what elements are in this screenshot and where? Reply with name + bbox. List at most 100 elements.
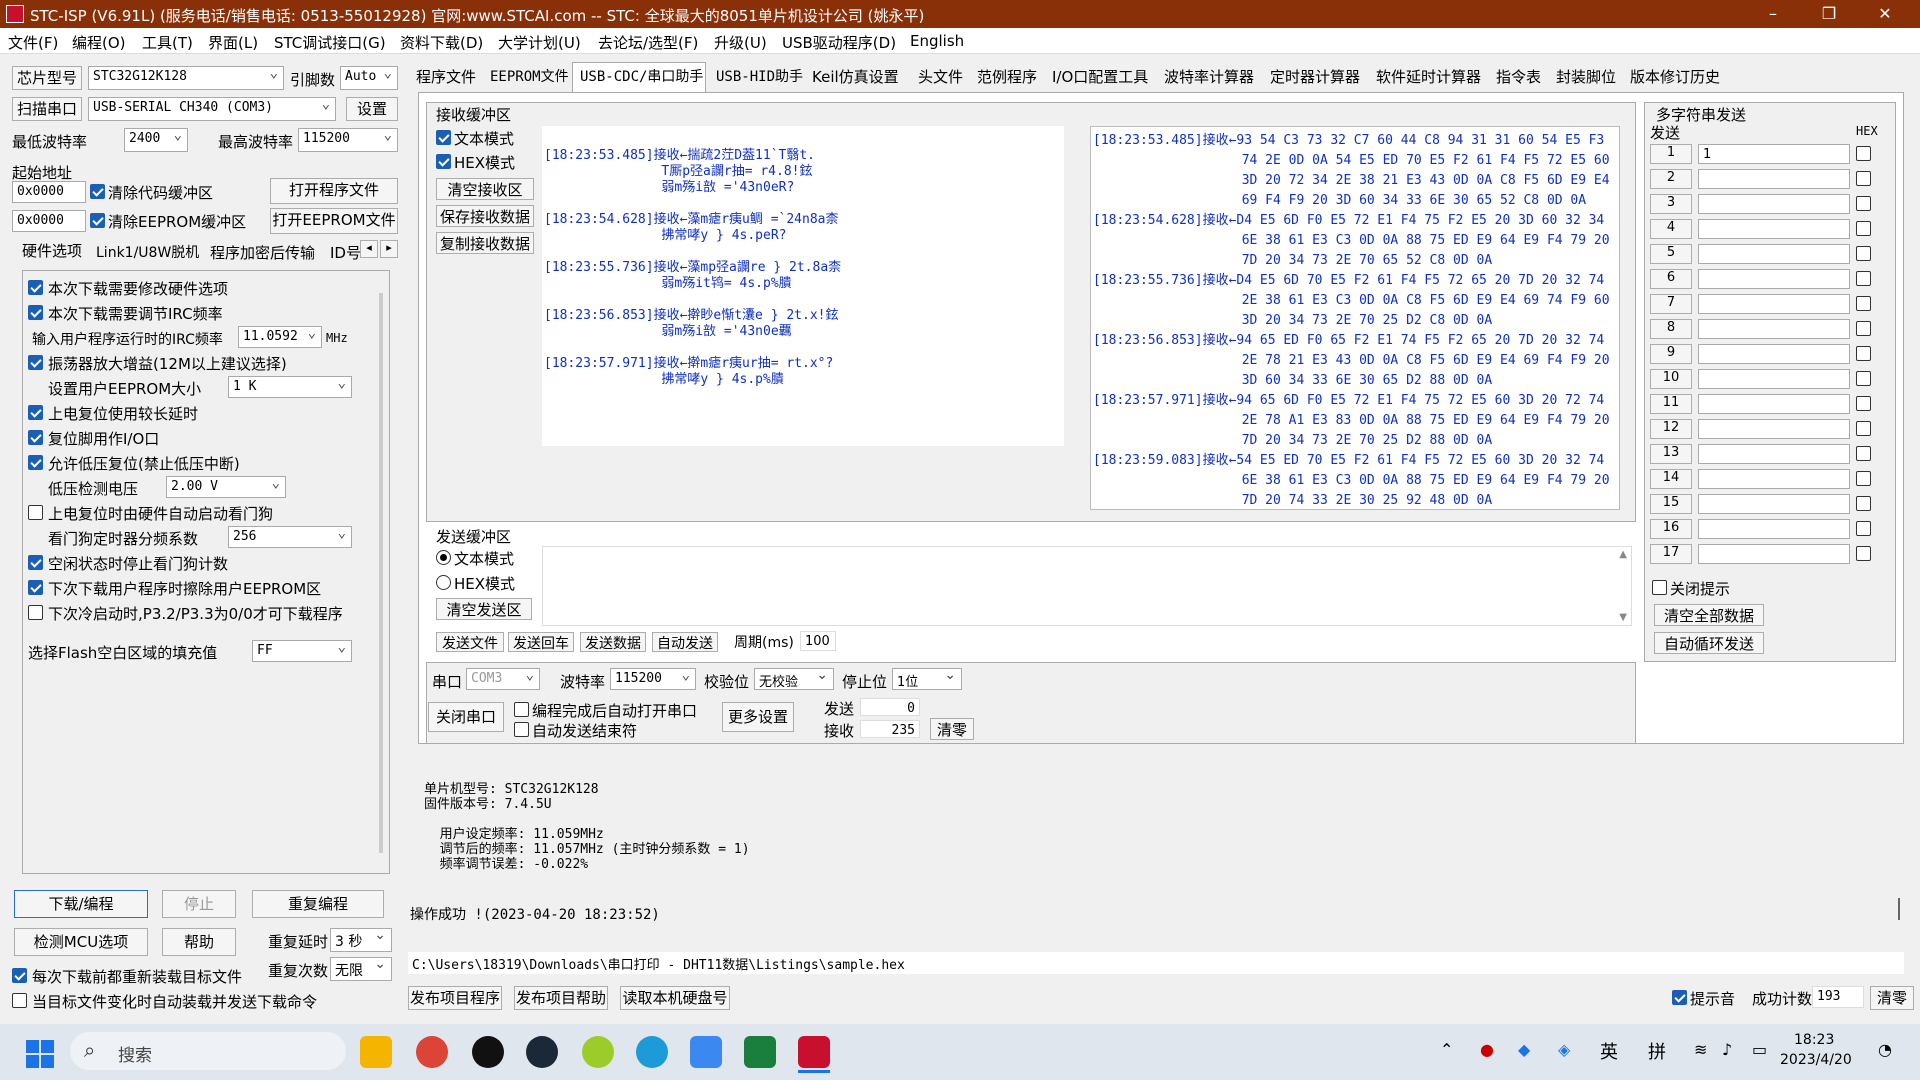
battery-icon[interactable]: ▭ <box>1752 1040 1767 1059</box>
scan-port-button[interactable]: 扫描串口 <box>12 97 82 121</box>
multi-send-button[interactable]: 7 <box>1650 294 1692 314</box>
beep-checkbox[interactable] <box>1672 990 1687 1005</box>
receive-text-area[interactable]: [18:23:53.485]接收←揣疏2茳D葢11`T翳t. T厮p弪a讕r抽=… <box>542 126 1064 446</box>
multi-string-input[interactable] <box>1698 494 1850 514</box>
serial-baud-select[interactable]: 115200 <box>610 668 696 690</box>
max-baud-select[interactable]: 115200 <box>298 128 398 152</box>
tab-scroll-left-icon[interactable]: ◂ <box>360 240 378 258</box>
read-disk-button[interactable]: 读取本机硬盘号 <box>620 986 730 1010</box>
multi-hex-checkbox[interactable] <box>1856 521 1871 536</box>
clear-receive-button[interactable]: 清空接收区 <box>436 178 534 200</box>
download-program-button[interactable]: 下载/编程 <box>14 890 148 918</box>
multi-hex-checkbox[interactable] <box>1856 196 1871 211</box>
multi-send-button[interactable]: 4 <box>1650 219 1692 239</box>
edge-icon[interactable] <box>636 1036 668 1068</box>
modify-hw-checkbox[interactable] <box>28 280 43 295</box>
multi-send-button[interactable]: 15 <box>1650 494 1692 514</box>
volume-icon[interactable]: ♪ <box>1722 1040 1732 1059</box>
irc-freq-select[interactable]: 11.0592 <box>238 326 322 348</box>
chrome-icon[interactable] <box>416 1036 448 1068</box>
multi-string-input[interactable] <box>1698 394 1850 414</box>
stc-isp-icon[interactable] <box>798 1036 830 1068</box>
tray-chevron-icon[interactable]: ⌃ <box>1440 1040 1453 1059</box>
multi-string-input[interactable]: 1 <box>1698 144 1850 164</box>
tab-version-history[interactable]: 版本修订历史 <box>1630 66 1720 87</box>
tab-eeprom-file[interactable]: EEPROM文件 <box>490 66 569 86</box>
port-settings-button[interactable]: 设置 <box>346 97 398 121</box>
ime-mode[interactable]: 拼 <box>1648 1038 1666 1064</box>
clock-date[interactable]: 2023/4/20 <box>1780 1052 1852 1068</box>
close-serial-button[interactable]: 关闭串口 <box>428 702 504 732</box>
multi-string-input[interactable] <box>1698 294 1850 314</box>
multi-string-input[interactable] <box>1698 319 1850 339</box>
multi-string-input[interactable] <box>1698 169 1850 189</box>
tray-security-icon[interactable]: ◈ <box>1558 1040 1570 1059</box>
multi-hex-checkbox[interactable] <box>1856 271 1871 286</box>
tab-timer-calc[interactable]: 定时器计算器 <box>1270 66 1360 87</box>
clear-send-button[interactable]: 清空发送区 <box>436 598 532 620</box>
repeat-program-button[interactable]: 重复编程 <box>252 890 384 918</box>
multi-hex-checkbox[interactable] <box>1856 171 1871 186</box>
ime-lang[interactable]: 英 <box>1600 1038 1618 1064</box>
pin-count-select[interactable]: Auto <box>340 66 398 90</box>
menu-interface[interactable]: 界面(L) <box>208 32 258 53</box>
min-baud-select[interactable]: 2400 <box>124 128 188 152</box>
auto-end-checkbox[interactable] <box>514 722 529 737</box>
multi-hex-checkbox[interactable] <box>1856 446 1871 461</box>
code-start-address[interactable]: 0x0000 <box>12 181 86 203</box>
multi-send-button[interactable]: 8 <box>1650 319 1692 339</box>
menu-upgrade[interactable]: 升级(U) <box>714 32 767 53</box>
multi-string-input[interactable] <box>1698 244 1850 264</box>
multi-string-input[interactable] <box>1698 519 1850 539</box>
notification-icon[interactable]: ◔ <box>1878 1040 1892 1059</box>
clock-time[interactable]: 18:23 <box>1794 1032 1834 1048</box>
serial-port-select[interactable]: COM3 <box>466 668 540 690</box>
receive-hex-area[interactable]: [18:23:53.485]接收←93 54 C3 73 32 C7 60 44… <box>1090 126 1620 510</box>
rx-text-mode-checkbox[interactable] <box>436 130 451 145</box>
tab-serial-assistant[interactable]: USB-CDC/串口助手 <box>580 66 703 86</box>
tab-link1-offline[interactable]: Link1/U8W脱机 <box>96 242 199 262</box>
multi-string-input[interactable] <box>1698 419 1850 439</box>
eeprom-start-address[interactable]: 0x0000 <box>12 210 86 232</box>
taskbar-search-box[interactable]: ⌕ 搜索 <box>70 1032 346 1070</box>
send-file-button[interactable]: 发送文件 <box>436 632 504 652</box>
adjust-irc-checkbox[interactable] <box>28 305 43 320</box>
low-voltage-select[interactable]: 2.00 V <box>166 476 286 498</box>
tray-qq-icon[interactable]: ● <box>1480 1040 1494 1059</box>
open-eeprom-button[interactable]: 打开EEPROM文件 <box>270 208 398 234</box>
multi-send-button[interactable]: 12 <box>1650 419 1692 439</box>
tab-package-pins[interactable]: 封装脚位 <box>1556 66 1616 87</box>
low-voltage-reset-checkbox[interactable] <box>28 455 43 470</box>
multi-hex-checkbox[interactable] <box>1856 221 1871 236</box>
multi-send-button[interactable]: 14 <box>1650 469 1692 489</box>
tx-text-mode-radio[interactable] <box>436 550 451 565</box>
multi-send-button[interactable]: 6 <box>1650 269 1692 289</box>
options-scrollbar[interactable] <box>379 293 383 853</box>
auto-loop-button[interactable]: 自动循环发送 <box>1654 632 1764 654</box>
menu-debug[interactable]: STC调试接口(G) <box>274 32 386 53</box>
multi-send-button[interactable]: 16 <box>1650 519 1692 539</box>
tab-baud-calc[interactable]: 波特率计算器 <box>1164 66 1254 87</box>
parity-select[interactable]: 无校验 <box>754 668 834 690</box>
multi-hex-checkbox[interactable] <box>1856 296 1871 311</box>
multi-hex-checkbox[interactable] <box>1856 471 1871 486</box>
multi-string-input[interactable] <box>1698 544 1850 564</box>
multi-string-input[interactable] <box>1698 469 1850 489</box>
help-button[interactable]: 帮助 <box>162 928 236 956</box>
tab-encrypted-transfer[interactable]: 程序加密后传输 <box>210 242 315 263</box>
tray-shield-icon[interactable]: ◆ <box>1518 1040 1530 1059</box>
period-input[interactable]: 100 <box>800 631 836 651</box>
send-data-button[interactable]: 发送数据 <box>580 632 646 652</box>
copy-receive-button[interactable]: 复制接收数据 <box>436 232 534 254</box>
tab-scroll-right-icon[interactable]: ▸ <box>380 240 398 258</box>
tab-examples[interactable]: 范例程序 <box>977 66 1037 87</box>
reload-target-checkbox[interactable] <box>12 968 27 983</box>
menu-tools[interactable]: 工具(T) <box>142 32 193 53</box>
clear-code-checkbox[interactable] <box>90 184 105 199</box>
idle-stop-wdt-checkbox[interactable] <box>28 555 43 570</box>
chip-type-select[interactable]: STC32G12K128 <box>88 66 284 90</box>
clear-count-button[interactable]: 清零 <box>930 718 974 740</box>
multi-send-button[interactable]: 9 <box>1650 344 1692 364</box>
multi-hex-checkbox[interactable] <box>1856 396 1871 411</box>
multi-send-button[interactable]: 1 <box>1650 144 1692 164</box>
